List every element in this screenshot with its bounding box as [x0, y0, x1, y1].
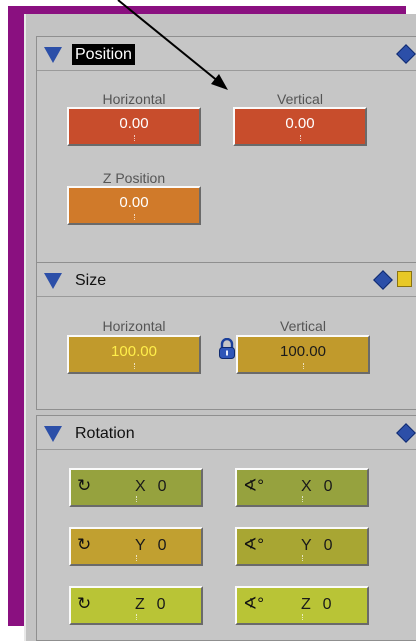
size-section: Size Horizontal 100.00 Vertical 100.00 — [36, 262, 416, 410]
skew-z-value: 0 — [322, 596, 333, 613]
rotate-x-axis: X — [135, 478, 147, 495]
drag-tick — [136, 496, 138, 502]
rotation-header[interactable]: Rotation — [37, 416, 416, 450]
position-vertical-label: Vertical — [277, 91, 323, 107]
skew-icon: ∢° — [243, 594, 265, 613]
skew-y-field[interactable]: ∢° Y 0 — [235, 527, 369, 566]
triangle-down-icon[interactable] — [44, 273, 62, 289]
size-vertical-label: Vertical — [280, 318, 326, 334]
drag-tick — [134, 214, 136, 220]
size-vertical-field[interactable]: 100.00 — [236, 335, 370, 374]
rotation-section: Rotation ↻ X 0 ∢° X 0 ↻ Y 0 ∢° Y 0 ↻ Z 0… — [36, 415, 416, 641]
rotation-title: Rotation — [75, 425, 135, 442]
drag-tick — [302, 496, 304, 502]
drag-tick — [302, 555, 304, 561]
drag-tick — [302, 614, 304, 620]
rotate-z-field[interactable]: ↻ Z 0 — [69, 586, 203, 625]
rotate-y-value: 0 — [157, 537, 168, 554]
skew-y-axis: Y — [301, 537, 313, 554]
diamond-icon[interactable] — [396, 423, 416, 443]
skew-x-value: 0 — [323, 478, 334, 495]
rotate-x-field[interactable]: ↻ X 0 — [69, 468, 203, 507]
skew-y-value: 0 — [323, 537, 334, 554]
position-vertical-value: 0.00 — [285, 115, 315, 132]
rotate-z-axis: Z — [135, 596, 146, 613]
position-horizontal-label: Horizontal — [102, 91, 166, 107]
position-header[interactable]: Position — [37, 37, 416, 71]
rotate-y-axis: Y — [135, 537, 147, 554]
size-horizontal-label: Horizontal — [102, 318, 166, 334]
size-horizontal-field[interactable]: 100.00 — [67, 335, 201, 374]
rotate-icon: ↻ — [77, 594, 92, 613]
skew-z-axis: Z — [301, 596, 312, 613]
z-position-label: Z Position — [102, 170, 166, 186]
drag-tick — [136, 614, 138, 620]
size-title: Size — [75, 272, 107, 289]
drag-tick — [303, 363, 305, 369]
position-vertical-field[interactable]: 0.00 — [233, 107, 367, 146]
rotate-icon: ↻ — [77, 535, 92, 554]
position-title: Position — [72, 44, 135, 65]
drag-tick — [300, 135, 302, 141]
square-icon[interactable] — [397, 271, 412, 287]
triangle-down-icon[interactable] — [44, 47, 62, 63]
rotate-y-field[interactable]: ↻ Y 0 — [69, 527, 203, 566]
size-vertical-value: 100.00 — [280, 343, 326, 360]
drag-tick — [134, 135, 136, 141]
size-horizontal-value: 100.00 — [111, 343, 157, 360]
skew-icon: ∢° — [243, 535, 265, 554]
triangle-down-icon[interactable] — [44, 426, 62, 442]
skew-x-field[interactable]: ∢° X 0 — [235, 468, 369, 507]
size-header[interactable]: Size — [37, 263, 416, 297]
position-horizontal-value: 0.00 — [119, 115, 149, 132]
z-position-value: 0.00 — [119, 194, 149, 211]
skew-z-field[interactable]: ∢° Z 0 — [235, 586, 369, 625]
skew-icon: ∢° — [243, 476, 265, 495]
rotate-x-value: 0 — [157, 478, 168, 495]
diamond-icon[interactable] — [396, 44, 416, 64]
z-position-field[interactable]: 0.00 — [67, 186, 201, 225]
lock-icon[interactable] — [217, 338, 237, 360]
drag-tick — [134, 363, 136, 369]
rotate-z-value: 0 — [156, 596, 167, 613]
diamond-icon[interactable] — [373, 270, 393, 290]
position-horizontal-field[interactable]: 0.00 — [67, 107, 201, 146]
position-section: Position Horizontal 0.00 Vertical 0.00 Z… — [36, 36, 416, 269]
skew-x-axis: X — [301, 478, 313, 495]
rotate-icon: ↻ — [77, 476, 92, 495]
properties-panel: Position Horizontal 0.00 Vertical 0.00 Z… — [24, 14, 416, 641]
drag-tick — [136, 555, 138, 561]
